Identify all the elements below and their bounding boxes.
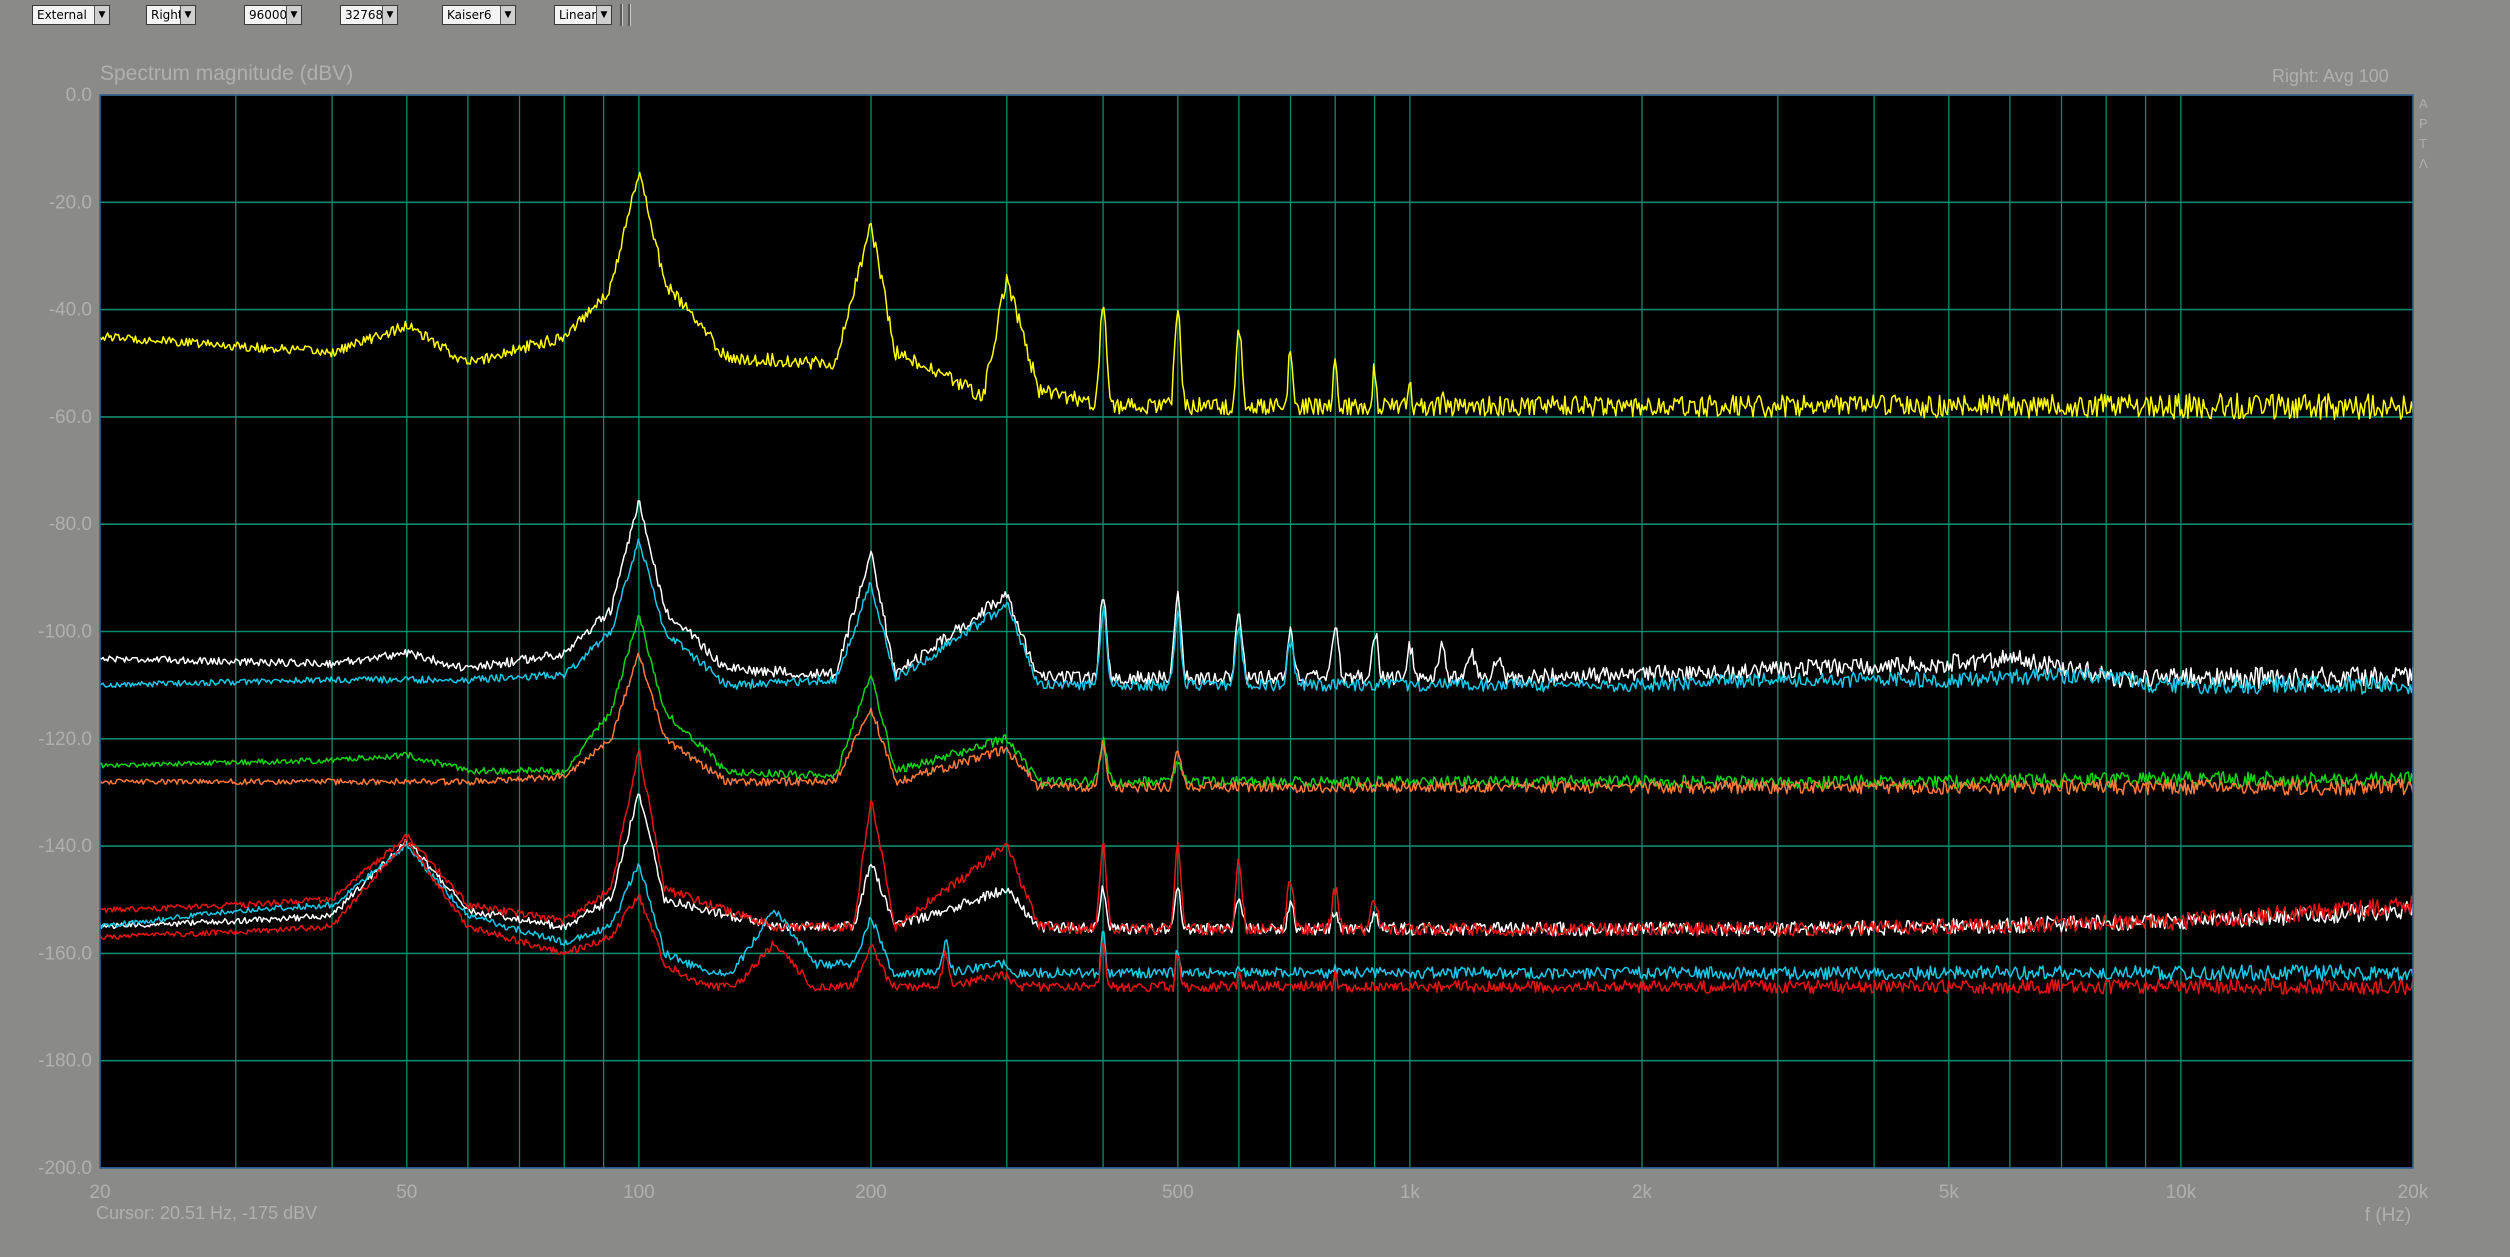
x-tick-label: 200: [855, 1182, 887, 1203]
x-tick-label: 2k: [1632, 1182, 1653, 1203]
y-tick-label: -180.0: [38, 1051, 92, 1072]
x-tick-label: 500: [1162, 1182, 1194, 1203]
x-tick-label: 20: [89, 1182, 110, 1203]
y-tick-label: -100.0: [38, 622, 92, 643]
y-tick-label: -160.0: [38, 943, 92, 964]
y-tick-label: -140.0: [38, 836, 92, 857]
y-tick-label: -60.0: [49, 407, 92, 428]
y-tick-label: -120.0: [38, 729, 92, 750]
y-tick-label: -200.0: [38, 1158, 92, 1179]
y-tick-label: 0.0: [66, 85, 92, 106]
x-tick-label: 1k: [1400, 1182, 1421, 1203]
y-tick-label: -20.0: [49, 192, 92, 213]
x-tick-label: 5k: [1939, 1182, 1960, 1203]
x-tick-label: 50: [396, 1182, 417, 1203]
x-axis-label: f (Hz): [2365, 1205, 2411, 1226]
spectrum-chart[interactable]: 0.0 -20.0 -40.0 -60.0 -80.0 -100.0 -120.0 -140.…: [0, 0, 2510, 1257]
y-tick-label: -80.0: [49, 514, 92, 535]
x-tick-label: 20k: [2398, 1182, 2429, 1203]
x-tick-label: 10k: [2166, 1182, 2197, 1203]
x-tick-label: 100: [623, 1182, 655, 1203]
y-tick-label: -40.0: [49, 300, 92, 321]
